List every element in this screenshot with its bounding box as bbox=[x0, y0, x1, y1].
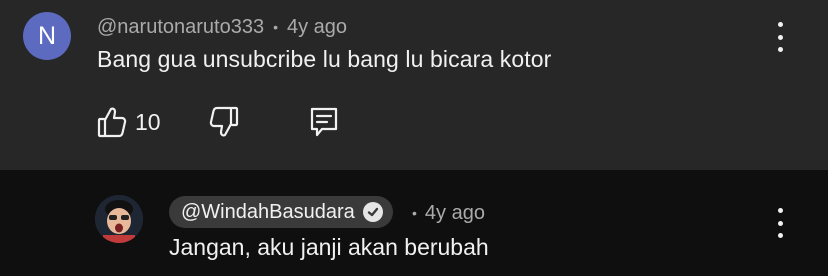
comment-reply-icon bbox=[310, 107, 338, 137]
comment-actions: 10 bbox=[97, 106, 397, 140]
more-vertical-icon[interactable] bbox=[768, 22, 792, 52]
reply-text: Jangan, aku janji akan berubah bbox=[169, 234, 489, 260]
comment-text: Bang gua unsubcribe lu bang lu bicara ko… bbox=[97, 46, 552, 72]
comment-time[interactable]: 4y ago bbox=[287, 16, 347, 39]
like-button[interactable] bbox=[97, 106, 129, 140]
comment-item: N @narutonaruto333 • 4y ago Bang gua uns… bbox=[0, 0, 828, 170]
thumb-down-icon bbox=[209, 106, 239, 137]
avatar-letter: N bbox=[37, 21, 57, 50]
avatar[interactable]: N bbox=[23, 12, 71, 60]
reply-meta: • 4y ago bbox=[408, 200, 485, 226]
channel-avatar-icon bbox=[95, 195, 143, 243]
dislike-button[interactable] bbox=[209, 106, 241, 140]
reply-button[interactable] bbox=[309, 106, 341, 140]
meta-separator: • bbox=[273, 19, 278, 35]
avatar[interactable] bbox=[95, 195, 143, 243]
reply-item: @WindahBasudara • 4y ago Jangan, aku jan… bbox=[0, 170, 828, 276]
verified-check-icon bbox=[362, 202, 383, 222]
reply-time[interactable]: 4y ago bbox=[425, 202, 485, 225]
meta-separator: • bbox=[412, 205, 417, 221]
reply-author: @WindahBasudara bbox=[181, 200, 355, 223]
comment-meta: @narutonaruto333 • 4y ago bbox=[97, 14, 347, 40]
like-count: 10 bbox=[135, 109, 161, 135]
thumb-up-icon bbox=[97, 107, 127, 138]
channel-badge[interactable]: @WindahBasudara bbox=[169, 196, 393, 228]
more-vertical-icon[interactable] bbox=[768, 208, 792, 238]
comment-author[interactable]: @narutonaruto333 bbox=[97, 16, 264, 39]
